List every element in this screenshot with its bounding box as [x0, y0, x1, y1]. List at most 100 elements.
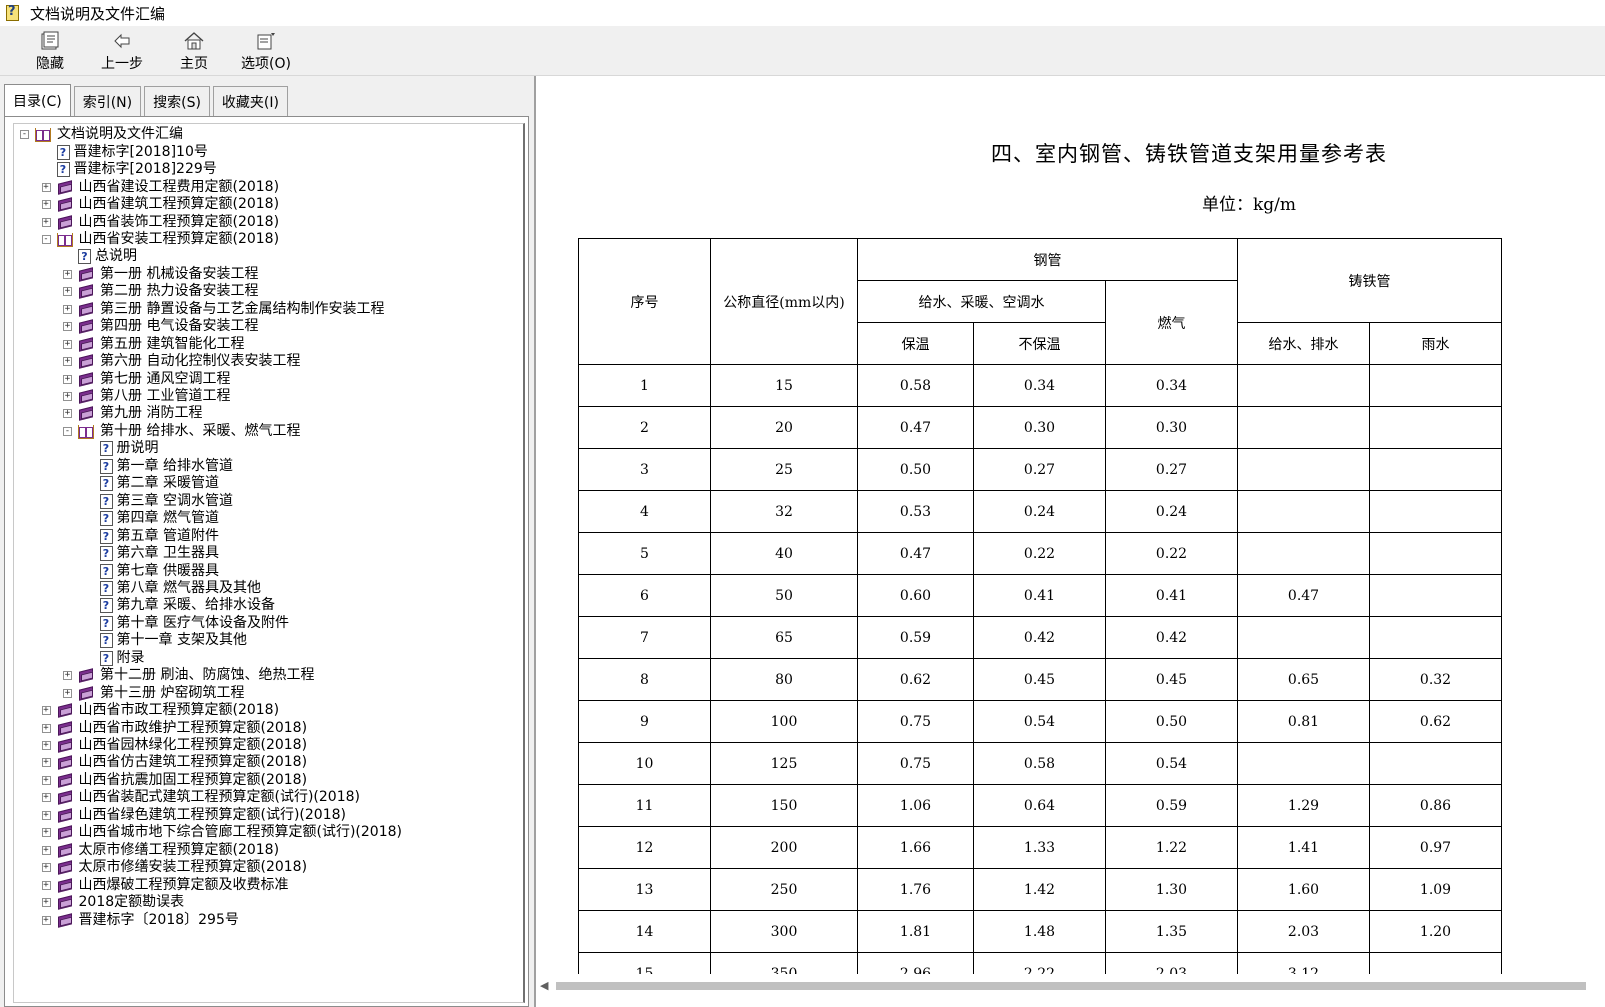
tree-item[interactable]: + 第五册 建筑智能化工程 [63, 335, 244, 353]
tree-item[interactable]: + 第一册 机械设备安装工程 [63, 266, 258, 284]
expand-icon[interactable]: + [41, 828, 51, 838]
tree-item[interactable]: - 文档说明及文件汇编 [20, 126, 183, 144]
expand-icon[interactable]: + [63, 409, 72, 419]
tab-favorites[interactable]: 收藏夹(I) [212, 86, 288, 116]
tab-index[interactable]: 索引(N) [73, 86, 142, 116]
tree-item[interactable]: + 第四册 电气设备安装工程 [63, 318, 258, 336]
expand-icon[interactable]: + [41, 845, 51, 855]
tree-item[interactable]: + 山西省园林绿化工程预算定额(2018) [41, 737, 307, 755]
tree-item[interactable]: - 第十册 给排水、采暖、燃气工程 [63, 423, 300, 441]
tree-item[interactable]: + 第八册 工业管道工程 [63, 388, 230, 406]
tree-item[interactable]: + 第二册 热力设备安装工程 [63, 283, 258, 301]
tree-item[interactable]: + 山西省绿色建筑工程预算定额(试行)(2018) [41, 807, 346, 825]
tree-item[interactable]: + 山西省建筑工程预算定额(2018) [41, 196, 279, 214]
expand-icon[interactable]: + [41, 880, 51, 890]
tree-item[interactable]: +2018定额勘误表 [41, 894, 184, 912]
tree-item[interactable]: ? 第五章 管道附件 [85, 527, 219, 545]
tab-search[interactable]: 搜索(S) [144, 86, 210, 116]
expand-icon[interactable]: + [41, 775, 51, 785]
tree-item[interactable]: + 晋建标字〔2018〕295号 [41, 911, 239, 929]
tree-item[interactable]: ? 晋建标字[2018]229号 [42, 161, 217, 179]
expand-icon[interactable]: + [41, 217, 51, 227]
tree-item[interactable]: ? 晋建标字[2018]10号 [42, 143, 208, 161]
expand-icon[interactable]: + [41, 741, 51, 751]
tree-item[interactable]: + 山西爆破工程预算定额及收费标准 [41, 876, 289, 894]
back-button[interactable]: 上一步 [86, 26, 158, 76]
tree-item[interactable]: + 山西省仿古建筑工程预算定额(2018) [41, 754, 307, 772]
expand-icon[interactable]: + [63, 392, 72, 402]
tree-item[interactable]: ? 总说明 [63, 248, 137, 266]
expand-icon[interactable]: + [41, 758, 51, 768]
tree-item[interactable]: + 第六册 自动化控制仪表安装工程 [63, 353, 300, 371]
expand-icon[interactable]: + [41, 723, 51, 733]
expand-icon[interactable]: + [63, 322, 72, 332]
expand-icon[interactable]: + [63, 287, 72, 297]
expand-icon[interactable]: + [41, 706, 51, 716]
table-row: 4 32 0.53 0.24 0.24 [578, 490, 1502, 533]
tree-item[interactable]: - 山西省安装工程预算定额(2018) [41, 231, 279, 249]
expand-icon[interactable]: + [41, 200, 51, 210]
home-button[interactable]: 主页 [158, 26, 230, 76]
tree-item-label: 第五章 管道附件 [116, 527, 219, 544]
tree-item[interactable]: ? 第四章 燃气管道 [85, 510, 219, 528]
table-cell: 1.29 [1237, 784, 1370, 827]
tree-item[interactable]: + 山西省装配式建筑工程预算定额(试行)(2018) [41, 789, 360, 807]
hide-button[interactable]: 隐藏 [14, 26, 86, 76]
options-button[interactable]: 选项(O) [230, 26, 302, 76]
expand-icon[interactable]: + [63, 304, 72, 314]
tree-item[interactable]: + 山西省市政工程预算定额(2018) [41, 702, 279, 720]
tree-item[interactable]: ? 第十一章 支架及其他 [85, 632, 247, 650]
tree-item[interactable]: ? 第七章 供暖器具 [85, 562, 219, 580]
tree-item[interactable]: + 山西省城市地下综合管廊工程预算定额(试行)(2018) [41, 824, 402, 842]
expand-icon[interactable]: + [63, 269, 72, 279]
contents-tree[interactable]: - 文档说明及文件汇编? 晋建标字[2018]10号? 晋建标字[2018]229号 +… [13, 123, 525, 1003]
tree-item[interactable]: + 山西省抗震加固工程预算定额(2018) [41, 772, 307, 790]
tree-item[interactable]: + 太原市修缮安装工程预算定额(2018) [41, 859, 307, 877]
expand-icon[interactable]: + [63, 688, 72, 698]
collapse-icon[interactable]: - [20, 130, 29, 140]
tree-item[interactable]: + 山西省建设工程费用定额(2018) [41, 178, 279, 196]
closed-book-icon [57, 179, 74, 195]
tree-item[interactable]: ? 第八章 燃气器具及其他 [85, 580, 261, 598]
tree-item[interactable]: ? 第一章 给排水管道 [85, 458, 233, 476]
tree-item[interactable]: + 山西省市政维护工程预算定额(2018) [41, 719, 307, 737]
tree-item[interactable]: ? 第十章 医疗气体设备及附件 [85, 615, 289, 633]
tree-item[interactable]: ? 第三章 空调水管道 [85, 492, 233, 510]
help-page-icon: ? [99, 546, 113, 562]
tree-item-label: 文档说明及文件汇编 [57, 126, 183, 143]
tab-contents[interactable]: 目录(C) [4, 84, 71, 116]
tree-item[interactable]: ? 册说明 [85, 440, 159, 458]
home-icon [182, 30, 206, 52]
tree-item[interactable]: + 第三册 静置设备与工艺金属结构制作安装工程 [63, 301, 384, 319]
expand-icon[interactable]: + [41, 810, 51, 820]
horizontal-scrollbar[interactable]: ◀ [536, 974, 1605, 1007]
expand-icon[interactable]: + [63, 374, 72, 384]
expand-icon[interactable]: + [41, 898, 51, 908]
expand-icon[interactable]: + [41, 863, 51, 873]
table-cell: 0.22 [1105, 532, 1238, 575]
tree-item[interactable]: ? 第六章 卫生器具 [85, 545, 219, 563]
table-cell: 150 [710, 784, 858, 827]
expand-icon[interactable]: + [63, 671, 72, 681]
scrollbar-thumb[interactable] [556, 982, 1586, 990]
expand-icon[interactable]: + [63, 339, 72, 349]
document-view[interactable]: 四、室内钢管、铸铁管道支架用量参考表 单位：kg/m 序号 公称直径(mm以内)… [534, 76, 1605, 1007]
expand-icon[interactable]: + [63, 357, 72, 367]
tree-item[interactable]: + 第十二册 刷油、防腐蚀、绝热工程 [63, 667, 314, 685]
expand-icon[interactable]: + [41, 182, 51, 192]
tree-item[interactable]: ? 附录 [85, 650, 145, 668]
tree-item[interactable]: + 山西省装饰工程预算定额(2018) [41, 213, 279, 231]
tree-item[interactable]: + 第十三册 炉窑砌筑工程 [63, 684, 244, 702]
tree-item[interactable]: ? 第二章 采暖管道 [85, 475, 219, 493]
scroll-left-icon[interactable]: ◀ [540, 980, 552, 992]
tree-item[interactable]: + 太原市修缮工程预算定额(2018) [41, 841, 279, 859]
tree-item[interactable]: ? 第九章 采暖、给排水设备 [85, 597, 275, 615]
collapse-icon[interactable]: - [63, 426, 72, 436]
expand-icon[interactable]: + [41, 915, 51, 925]
collapse-icon[interactable]: - [41, 234, 51, 244]
closed-book-icon [78, 267, 95, 282]
contents-panel: - 文档说明及文件汇编? 晋建标字[2018]10号? 晋建标字[2018]229号 +… [4, 116, 529, 1007]
tree-item[interactable]: + 第九册 消防工程 [63, 405, 202, 423]
expand-icon[interactable]: + [41, 793, 51, 803]
tree-item[interactable]: + 第七册 通风空调工程 [63, 370, 230, 388]
